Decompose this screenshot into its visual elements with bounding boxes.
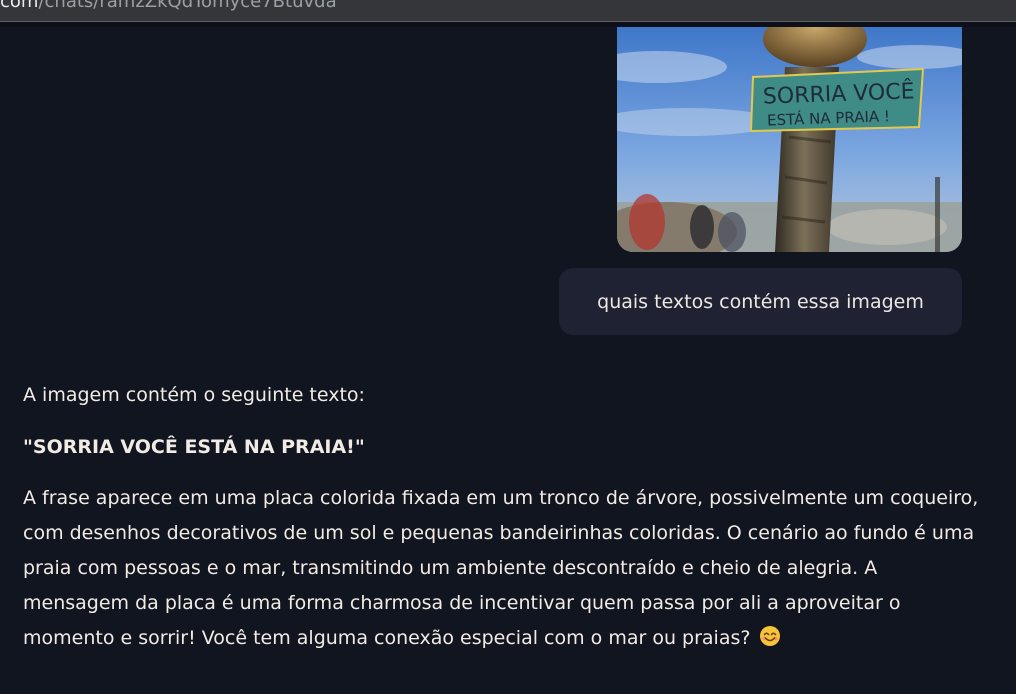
uploaded-image[interactable]: SORRIA VOCÊ ESTÁ NA PRAIA ! bbox=[617, 27, 962, 252]
assistant-body-text: A frase aparece em uma placa colorida fi… bbox=[23, 487, 979, 649]
assistant-intro: A imagem contém o seguinte texto: bbox=[23, 384, 365, 406]
url-text[interactable]: com/chats/ramzZkQdTomyce7Btuvda bbox=[0, 0, 337, 12]
assistant-body-paragraph: A frase aparece em uma placa colorida fi… bbox=[23, 481, 983, 656]
user-message-text: quais textos contém essa imagem bbox=[597, 290, 924, 313]
smiling-face-icon bbox=[759, 626, 780, 646]
url-path: /chats/ramzZkQdTomyce7Btuvda bbox=[38, 0, 337, 12]
assistant-quote: "SORRIA VOCÊ ESTÁ NA PRAIA!" bbox=[23, 436, 365, 458]
sign-line1: SORRIA VOCÊ bbox=[762, 78, 914, 109]
user-message-bubble: quais textos contém essa imagem bbox=[559, 268, 962, 335]
url-domain: com bbox=[0, 0, 39, 12]
beach-sign: SORRIA VOCÊ ESTÁ NA PRAIA ! bbox=[749, 67, 925, 133]
assistant-message: A imagem contém o seguinte texto: "SORRI… bbox=[23, 378, 983, 656]
browser-address-bar[interactable]: com/chats/ramzZkQdTomyce7Btuvda bbox=[0, 0, 1016, 22]
